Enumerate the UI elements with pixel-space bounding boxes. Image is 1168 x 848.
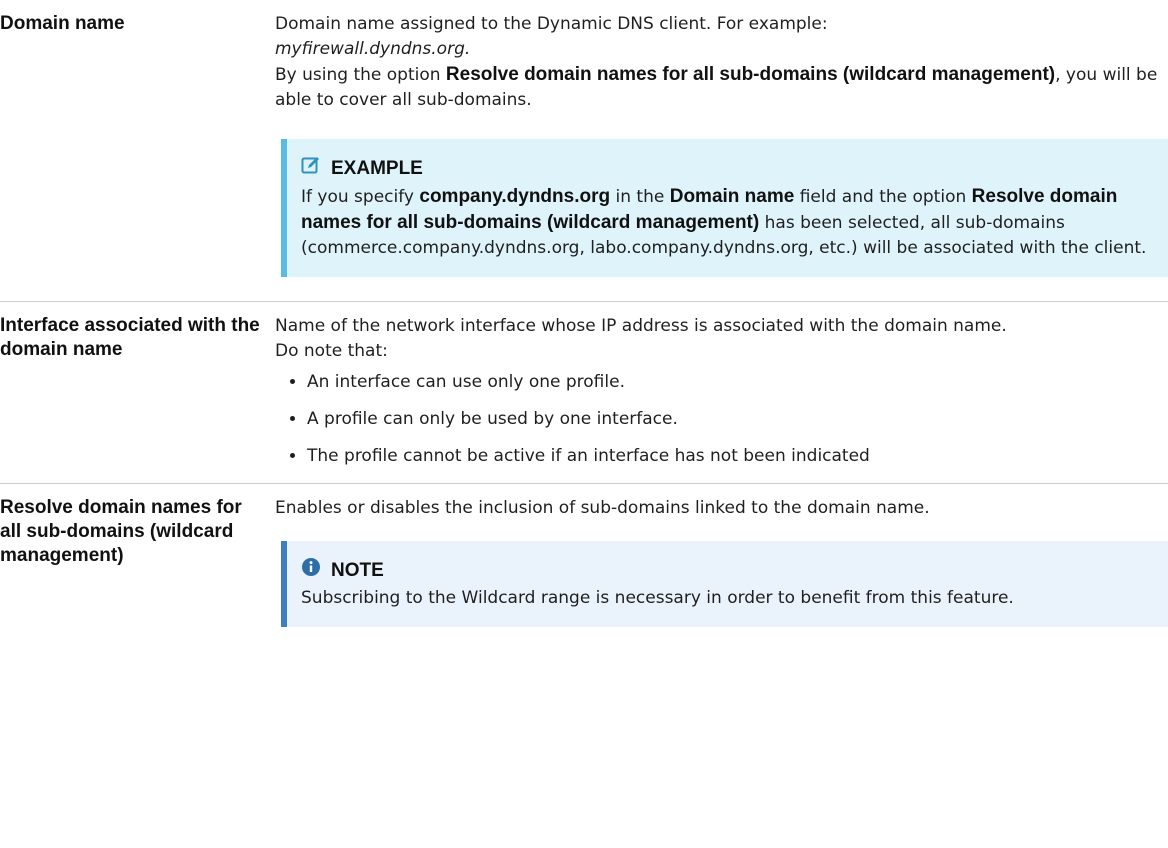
example-title: EXAMPLE [301, 155, 1168, 182]
description-interface: Name of the network interface whose IP a… [275, 314, 1168, 469]
row-interface: Interface associated with the domain nam… [0, 302, 1168, 483]
requirements-list: An interface can use only one profile. A… [275, 370, 1168, 469]
edit-icon [301, 155, 321, 182]
list-item: An interface can use only one profile. [307, 370, 1168, 395]
example-text: If you specify company.dyndns.org in the… [301, 186, 1147, 258]
row-domain-name: Domain name Domain name assigned to the … [0, 0, 1168, 289]
term-domain-name: Domain name [0, 13, 125, 34]
list-item: The profile cannot be active if an inter… [307, 444, 1168, 469]
note-title: NOTE [301, 557, 1168, 584]
description-text: Name of the network interface whose IP a… [275, 316, 1007, 336]
list-item: A profile can only be used by one interf… [307, 407, 1168, 432]
info-icon [301, 557, 321, 584]
example-callout: EXAMPLE If you specify company.dyndns.or… [281, 139, 1168, 277]
description-text: Domain name assigned to the Dynamic DNS … [275, 14, 828, 34]
description-wildcard: Enables or disables the inclusion of sub… [275, 496, 1168, 627]
description-domain-name: Domain name assigned to the Dynamic DNS … [275, 12, 1168, 277]
description-text: Enables or disables the inclusion of sub… [275, 498, 930, 518]
note-callout: NOTE Subscribing to the Wildcard range i… [281, 541, 1168, 627]
note-lead: Do note that: [275, 341, 388, 361]
option-name: Resolve domain names for all sub-domains… [445, 64, 1056, 85]
definition-table: Domain name Domain name assigned to the … [0, 0, 1168, 627]
term-interface: Interface associated with the domain nam… [0, 315, 260, 360]
example-value: myfirewall.dyndns.org. [275, 39, 471, 59]
term-wildcard: Resolve domain names for all sub-domains… [0, 497, 242, 566]
option-paragraph: By using the option Resolve domain names… [275, 64, 1158, 110]
row-wildcard: Resolve domain names for all sub-domains… [0, 484, 1168, 627]
note-text: Subscribing to the Wildcard range is nec… [301, 588, 1014, 608]
